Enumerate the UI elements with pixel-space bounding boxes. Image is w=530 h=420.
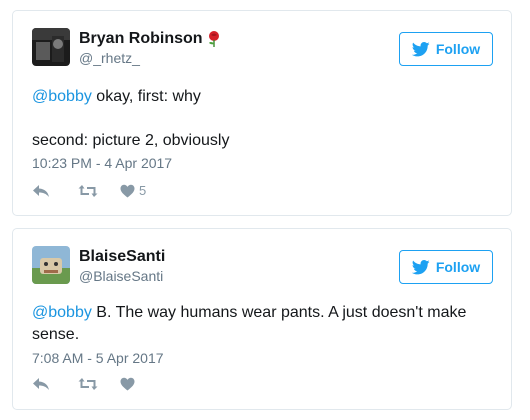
mention-link[interactable]: @bobby [32, 88, 92, 105]
heart-icon [120, 377, 135, 391]
retweet-button[interactable] [78, 377, 98, 391]
heart-icon [120, 184, 135, 197]
reply-button[interactable] [32, 377, 50, 391]
timestamp[interactable]: 7:08 AM - 5 Apr 2017 [32, 350, 164, 366]
follow-button[interactable]: Follow [399, 250, 493, 284]
follow-label: Follow [435, 41, 481, 57]
like-count: 5 [139, 183, 147, 198]
tweet-card: Bryan Robinson @_rhetz_ Follow @bobby ok… [12, 10, 512, 216]
twitter-bird-icon [411, 41, 430, 56]
display-name-text: BlaiseSanti [79, 248, 166, 265]
mention-link[interactable]: @bobby [32, 304, 92, 321]
reply-icon [33, 378, 49, 390]
timestamp[interactable]: 10:23 PM - 4 Apr 2017 [32, 155, 172, 171]
avatar[interactable] [32, 246, 70, 284]
like-button[interactable] [120, 377, 139, 391]
avatar[interactable] [32, 28, 70, 66]
rose-icon [207, 30, 221, 48]
tweet-card: BlaiseSanti @BlaiseSanti Follow @bobby B… [12, 228, 512, 410]
author-block[interactable]: BlaiseSanti @BlaiseSanti [79, 247, 165, 285]
handle: @BlaiseSanti [79, 268, 164, 284]
tweet-text: @bobby B. The way humans wear pants. A j… [32, 302, 489, 346]
retweet-button[interactable] [78, 184, 98, 198]
reply-icon [33, 184, 49, 197]
tweet-body: B. The way humans wear pants. A just doe… [32, 304, 471, 343]
follow-button[interactable]: Follow [399, 32, 493, 66]
display-name-text: Bryan Robinson [79, 30, 203, 47]
display-name[interactable]: Bryan Robinson [79, 29, 221, 49]
tweet-actions: 5 [32, 183, 146, 198]
handle: @_rhetz_ [79, 50, 140, 66]
like-button[interactable]: 5 [120, 183, 146, 198]
author-block[interactable]: Bryan Robinson @_rhetz_ [79, 29, 221, 67]
reply-button[interactable] [32, 184, 50, 198]
display-name[interactable]: BlaiseSanti [79, 247, 165, 267]
follow-label: Follow [435, 259, 481, 275]
retweet-icon [78, 378, 98, 390]
tweet-actions [32, 377, 139, 391]
tweet-text: @bobby okay, first: why second: picture … [32, 86, 489, 152]
twitter-bird-icon [411, 259, 430, 274]
retweet-icon [78, 184, 98, 197]
